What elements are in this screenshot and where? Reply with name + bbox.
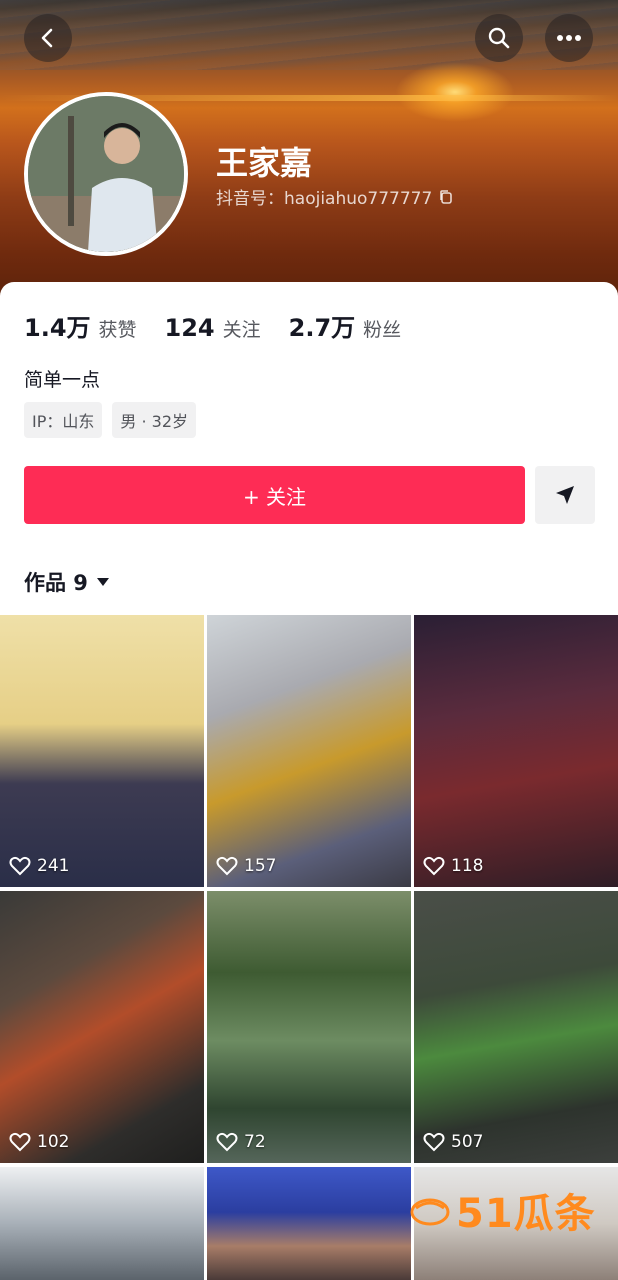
stat-likes-label: 获赞 xyxy=(98,319,137,341)
banner-clouds xyxy=(0,0,618,70)
watermark-text: 51瓜条 xyxy=(456,1191,596,1237)
stat-likes-value: 1.4万 xyxy=(24,314,91,342)
follow-button[interactable]: + 关注 xyxy=(24,466,525,524)
stats-row: 1.4万 获赞 124 关注 2.7万 粉丝 xyxy=(24,308,429,343)
video-tile[interactable]: 118 xyxy=(414,615,618,887)
tile-likes-count: 507 xyxy=(451,1132,484,1152)
watermark-logo-icon xyxy=(410,1198,450,1226)
stat-followers[interactable]: 2.7万 粉丝 xyxy=(289,308,402,343)
profile-tags: IP：山东 男 · 32岁 xyxy=(24,402,196,438)
works-tab-label: 作品 9 xyxy=(24,571,88,595)
stat-following-label: 关注 xyxy=(222,319,261,341)
tile-likes: 102 xyxy=(9,1132,69,1152)
more-dots-icon xyxy=(557,35,581,41)
video-tile[interactable] xyxy=(207,1167,411,1280)
heart-icon xyxy=(216,856,238,876)
tile-likes: 157 xyxy=(216,856,276,876)
chevron-left-icon xyxy=(41,28,53,48)
profile-name: 王家嘉 xyxy=(216,144,313,182)
search-button[interactable] xyxy=(475,14,523,62)
tile-likes: 507 xyxy=(423,1132,483,1152)
gender-age-tag: 男 · 32岁 xyxy=(112,402,196,438)
stat-following-value: 124 xyxy=(164,314,215,342)
works-tab[interactable]: 作品 9 xyxy=(24,567,110,597)
heart-icon xyxy=(216,1132,238,1152)
send-icon xyxy=(556,486,574,504)
douyin-id-text: 抖音号：haojiahuo777777 xyxy=(216,189,433,209)
stat-likes[interactable]: 1.4万 获赞 xyxy=(24,308,137,343)
tile-likes: 241 xyxy=(9,856,69,876)
search-icon xyxy=(488,27,510,49)
tile-likes-count: 241 xyxy=(37,856,70,876)
ip-location-tag: IP：山东 xyxy=(24,402,103,438)
profile-bio: 简单一点 xyxy=(24,369,101,391)
more-button[interactable] xyxy=(545,14,593,62)
heart-icon xyxy=(423,856,445,876)
share-button[interactable] xyxy=(535,466,595,524)
heart-icon xyxy=(9,856,31,876)
video-tile[interactable]: 507 xyxy=(414,891,618,1163)
profile-banner: 王家嘉 抖音号：haojiahuo777777 xyxy=(0,0,618,300)
video-tile[interactable] xyxy=(0,1167,204,1280)
tile-likes-count: 118 xyxy=(451,856,484,876)
copy-icon[interactable] xyxy=(438,189,454,205)
stat-followers-label: 粉丝 xyxy=(363,319,402,341)
avatar-image xyxy=(28,96,184,252)
douyin-id[interactable]: 抖音号：haojiahuo777777 xyxy=(216,184,454,209)
avatar[interactable] xyxy=(24,92,188,256)
heart-icon xyxy=(9,1132,31,1152)
tile-likes: 118 xyxy=(423,856,483,876)
tile-likes-count: 72 xyxy=(244,1132,266,1152)
video-tile[interactable]: 157 xyxy=(207,615,411,887)
video-tile[interactable]: 102 xyxy=(0,891,204,1163)
heart-icon xyxy=(423,1132,445,1152)
stat-following[interactable]: 124 关注 xyxy=(165,314,261,342)
back-button[interactable] xyxy=(24,14,72,62)
tile-likes: 72 xyxy=(216,1132,266,1152)
video-tile[interactable]: 72 xyxy=(207,891,411,1163)
tile-likes-count: 102 xyxy=(37,1132,70,1152)
tile-likes-count: 157 xyxy=(244,856,277,876)
caret-down-icon[interactable] xyxy=(96,577,110,587)
watermark: 51瓜条 xyxy=(410,1180,610,1240)
video-tile[interactable]: 241 xyxy=(0,615,204,887)
banner-sun xyxy=(395,62,515,122)
stat-followers-value: 2.7万 xyxy=(288,314,356,342)
